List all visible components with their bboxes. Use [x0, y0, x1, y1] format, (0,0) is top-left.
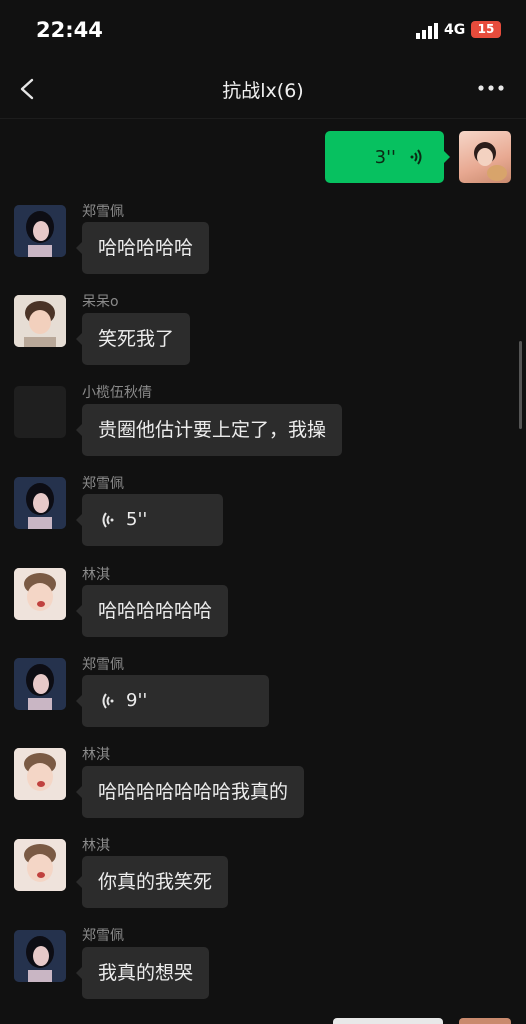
message-bubble[interactable]: 哈哈哈哈哈 — [75, 222, 210, 274]
scrollbar[interactable] — [519, 341, 522, 429]
sender-name: 小榄伍秋倩 — [82, 385, 152, 401]
message-bubble[interactable]: 哈哈哈哈哈哈 — [75, 585, 229, 637]
self-avatar-image — [474, 142, 507, 181]
message-bubble[interactable]: 你真的我笑死 — [75, 856, 229, 908]
avatar-image — [14, 839, 66, 891]
avatar[interactable] — [14, 748, 66, 800]
battery-icon: 15 — [471, 21, 501, 38]
chat-header: 抗战lx(6) — [0, 60, 526, 119]
voice-bubble[interactable]: 9'' — [76, 675, 269, 727]
voice-duration: 9'' — [126, 690, 148, 711]
voice-wave-icon — [102, 512, 114, 528]
sender-name: 郑雪佩 — [82, 476, 124, 492]
network-type: 4G — [444, 22, 466, 38]
avatar[interactable] — [14, 839, 66, 891]
message-bubble[interactable]: 贵圈他估计要上定了，我操 — [75, 404, 343, 456]
status-time: 22:44 — [36, 18, 103, 42]
voice-duration: 3'' — [374, 146, 396, 168]
sender-name: 林淇 — [82, 567, 110, 583]
avatar[interactable] — [14, 205, 66, 257]
avatar-image — [14, 295, 66, 347]
avatar-image — [14, 930, 66, 982]
sender-name: 林淇 — [82, 747, 110, 763]
chat-title: 抗战lx(6) — [222, 80, 304, 102]
avatar-image — [14, 658, 66, 710]
sender-name: 郑雪佩 — [82, 204, 124, 220]
avatar-image — [14, 748, 66, 800]
next-avatar-partial — [459, 1018, 511, 1024]
next-message-bubble-partial — [333, 1018, 443, 1024]
message-bubble[interactable]: 我真的想哭 — [75, 947, 210, 999]
voice-bubble[interactable]: 5'' — [76, 494, 223, 546]
message-bubble[interactable]: 笑死我了 — [75, 313, 191, 365]
self-avatar[interactable] — [459, 131, 511, 183]
avatar[interactable] — [14, 930, 66, 982]
avatar-image — [14, 568, 66, 620]
sender-name: 郑雪佩 — [82, 928, 124, 944]
status-bar: 22:44 4G 15 — [0, 0, 526, 60]
avatar-image — [14, 205, 66, 257]
avatar[interactable] — [14, 386, 66, 438]
avatar[interactable] — [14, 295, 66, 347]
sender-name: 林淇 — [82, 838, 110, 854]
sender-name: 郑雪佩 — [82, 657, 124, 673]
more-options-icon[interactable] — [476, 76, 506, 100]
voice-duration: 5'' — [126, 509, 148, 530]
avatar[interactable] — [14, 568, 66, 620]
voice-wave-icon — [410, 149, 422, 165]
avatar[interactable] — [14, 477, 66, 529]
sender-name: 呆呆o — [82, 294, 119, 310]
signal-icon — [416, 23, 438, 39]
avatar-image — [14, 477, 66, 529]
self-voice-bubble[interactable]: 3'' — [325, 131, 450, 183]
voice-wave-icon — [102, 693, 114, 709]
message-bubble[interactable]: 哈哈哈哈哈哈哈我真的 — [75, 766, 305, 818]
avatar[interactable] — [14, 658, 66, 710]
